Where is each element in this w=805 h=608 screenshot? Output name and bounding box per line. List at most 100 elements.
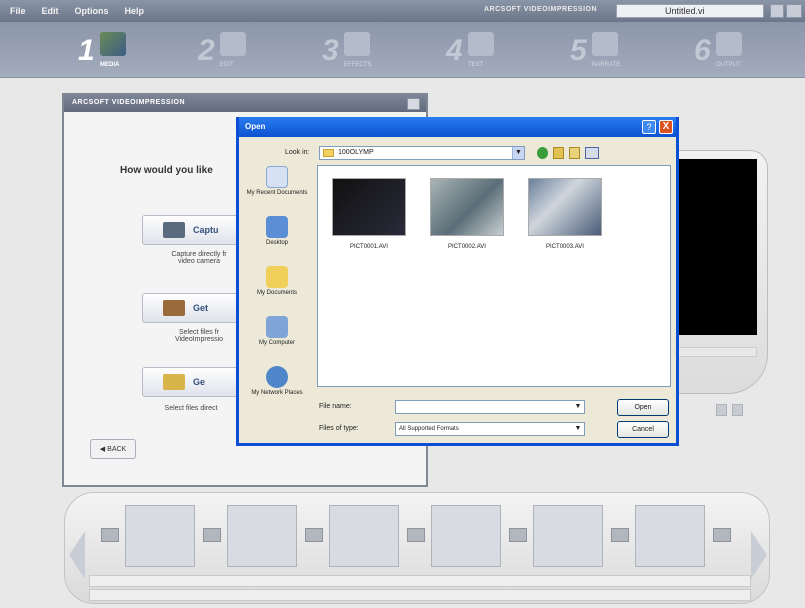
step-media[interactable]: 1 MEDIA: [78, 28, 148, 74]
menu-file[interactable]: File: [10, 6, 26, 16]
place-recent[interactable]: My Recent Documents: [243, 162, 311, 212]
back-button[interactable]: ◀ BACK: [90, 439, 136, 459]
preview-scrubber[interactable]: [669, 347, 757, 357]
look-in-dropdown[interactable]: 100OLYMP ▼: [319, 146, 525, 160]
get-label: Get: [193, 303, 209, 313]
chevron-down-icon[interactable]: ▼: [572, 401, 584, 413]
transition-slot[interactable]: [713, 528, 731, 542]
capture-button[interactable]: Captu: [142, 215, 242, 245]
help-icon[interactable]: ?: [642, 120, 656, 134]
step-number: 6: [694, 34, 711, 67]
play-icon[interactable]: [716, 404, 727, 416]
close-dialog-icon[interactable]: X: [659, 120, 673, 134]
step-number: 4: [446, 34, 463, 67]
chevron-down-icon[interactable]: ▼: [572, 423, 584, 435]
close-icon[interactable]: [407, 98, 420, 110]
file-name-input[interactable]: ▼: [395, 400, 585, 414]
recent-documents-icon: [266, 166, 288, 188]
file-item[interactable]: PICT0001.AVI: [328, 178, 410, 250]
narration-track[interactable]: [89, 589, 751, 601]
transition-slot[interactable]: [509, 528, 527, 542]
new-folder-icon[interactable]: [569, 147, 580, 159]
question-text: How would you like: [120, 165, 213, 176]
step-number: 1: [78, 34, 95, 67]
transition-slot[interactable]: [305, 528, 323, 542]
files-of-type-dropdown[interactable]: All Supported Formats ▼: [395, 422, 585, 436]
close-window-button[interactable]: [786, 4, 802, 18]
get-from-album-button[interactable]: Get: [142, 293, 242, 323]
narrate-icon: [592, 32, 618, 56]
step-edit[interactable]: 2 EDIT: [198, 28, 268, 74]
look-in-label: Look in:: [285, 149, 310, 156]
get-from-folder-button[interactable]: Ge: [142, 367, 242, 397]
storyboard-slot[interactable]: [125, 505, 195, 567]
storyboard-slot[interactable]: [227, 505, 297, 567]
project-name-field[interactable]: Untitled.vi: [616, 4, 764, 18]
video-thumbnail: [528, 178, 602, 236]
step-output[interactable]: 6 OUTPUT: [694, 28, 764, 74]
my-computer-icon: [266, 316, 288, 338]
transition-slot[interactable]: [101, 528, 119, 542]
menu-options[interactable]: Options: [75, 6, 109, 16]
app-title: ARCSOFT VIDEOIMPRESSION: [484, 6, 598, 13]
step-bar: 1 MEDIA 2 EDIT 3 EFFECTS 4 TEXT 5 NARRAT…: [0, 22, 805, 78]
effects-icon: [344, 32, 370, 56]
back-nav-icon[interactable]: [537, 147, 548, 159]
storyboard-slot[interactable]: [431, 505, 501, 567]
place-desktop[interactable]: Desktop: [243, 212, 311, 262]
storyboard-slot[interactable]: [533, 505, 603, 567]
view-menu-icon[interactable]: [585, 147, 599, 159]
step-text[interactable]: 4 TEXT: [446, 28, 516, 74]
video-thumbnail: [430, 178, 504, 236]
desktop-icon: [266, 216, 288, 238]
preview-screen: [669, 159, 757, 335]
my-documents-icon: [266, 266, 288, 288]
folder-icon: [163, 374, 185, 390]
network-places-icon: [266, 366, 288, 388]
audio-track[interactable]: [89, 575, 751, 587]
media-icon: [100, 32, 126, 56]
place-label: My Recent Documents: [246, 190, 308, 196]
storyboard-slot[interactable]: [635, 505, 705, 567]
transition-slot[interactable]: [407, 528, 425, 542]
scroll-left-icon[interactable]: [69, 531, 85, 579]
open-button[interactable]: Open: [617, 399, 669, 416]
minimize-button[interactable]: [770, 4, 784, 18]
place-label: My Network Places: [251, 390, 303, 396]
video-thumbnail: [332, 178, 406, 236]
step-number: 5: [570, 34, 587, 67]
file-name: PICT0001.AVI: [350, 244, 388, 250]
storyboard: [64, 492, 770, 604]
step-effects[interactable]: 3 EFFECTS: [322, 28, 392, 74]
up-folder-icon[interactable]: [553, 147, 564, 159]
album-icon: [163, 300, 185, 316]
capture-label: Captu: [193, 225, 219, 235]
step-narrate[interactable]: 5 NARRATE: [570, 28, 640, 74]
files-of-type-value: All Supported Formats: [399, 426, 459, 432]
stop-icon[interactable]: [732, 404, 743, 416]
storyboard-slot[interactable]: [329, 505, 399, 567]
cancel-button[interactable]: Cancel: [617, 421, 669, 438]
transition-slot[interactable]: [611, 528, 629, 542]
folder-icon: [323, 149, 334, 157]
file-item[interactable]: PICT0003.AVI: [524, 178, 606, 250]
place-my-documents[interactable]: My Documents: [243, 262, 311, 312]
file-item[interactable]: PICT0002.AVI: [426, 178, 508, 250]
place-label: Desktop: [265, 240, 288, 246]
file-name-label: File name:: [319, 403, 352, 410]
place-label: My Computer: [258, 340, 295, 346]
output-icon: [716, 32, 742, 56]
place-my-computer[interactable]: My Computer: [243, 312, 311, 362]
place-network[interactable]: My Network Places: [243, 362, 311, 412]
window-title: ARCSOFT VIDEOIMPRESSION: [64, 95, 426, 112]
menu-help[interactable]: Help: [125, 6, 145, 16]
transition-slot[interactable]: [203, 528, 221, 542]
chevron-down-icon[interactable]: ▼: [512, 147, 524, 159]
places-bar: My Recent Documents Desktop My Documents…: [243, 162, 311, 432]
menu-edit[interactable]: Edit: [42, 6, 59, 16]
open-dialog: Open ? X Look in: 100OLYMP ▼ My Recent D…: [236, 117, 679, 446]
scroll-right-icon[interactable]: [751, 531, 767, 579]
file-name: PICT0002.AVI: [448, 244, 486, 250]
step-label: NARRATE: [592, 62, 621, 68]
step-label: MEDIA: [100, 62, 120, 68]
